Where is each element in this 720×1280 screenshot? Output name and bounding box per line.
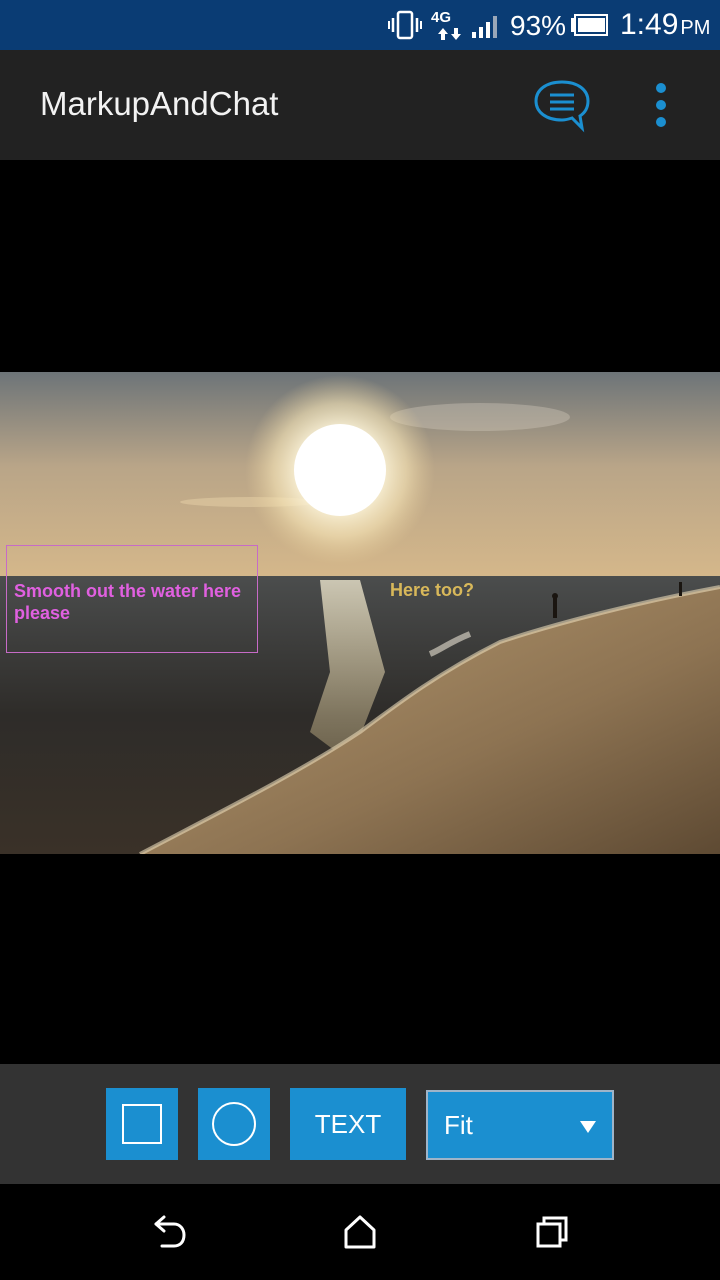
battery-percent: 93% [510,10,567,41]
home-icon[interactable] [340,1212,380,1252]
overflow-menu-icon[interactable] [640,80,682,132]
vibrate-icon [388,10,422,40]
dropdown-caret-icon [580,1121,596,1133]
back-icon[interactable] [148,1212,188,1252]
signal-icon [472,16,497,38]
rectangle-tool-icon [122,1104,162,1144]
chat-icon[interactable] [530,76,594,134]
annotation-text-here-too[interactable]: Here too? [390,579,474,601]
zoom-select-value: Fit [444,1110,473,1140]
clock-ampm: PM [680,17,711,39]
clock-time: 1:49 [620,8,679,41]
recents-icon[interactable] [532,1212,572,1252]
annotation-text-smooth-water[interactable]: Smooth out the water here please [14,580,254,624]
circle-tool-icon [212,1102,256,1146]
circle-tool-button[interactable] [198,1088,270,1160]
system-nav-bar [0,1184,720,1280]
zoom-select[interactable]: Fit [426,1090,614,1160]
network-4g-icon: 4G [431,9,461,40]
battery-icon [571,14,608,36]
clock: 1:49 PM [620,6,710,47]
markup-canvas[interactable]: Smooth out the water here please Here to… [0,160,720,1064]
status-bar: 4G 93% 1:49 PM [0,0,720,50]
text-tool-button[interactable]: TEXT [290,1088,406,1160]
network-label: 4G [431,9,451,26]
markup-toolbar: TEXT Fit [0,1064,720,1184]
rectangle-tool-button[interactable] [106,1088,178,1160]
app-bar: MarkupAndChat [0,50,720,160]
app-title: MarkupAndChat [40,85,279,122]
